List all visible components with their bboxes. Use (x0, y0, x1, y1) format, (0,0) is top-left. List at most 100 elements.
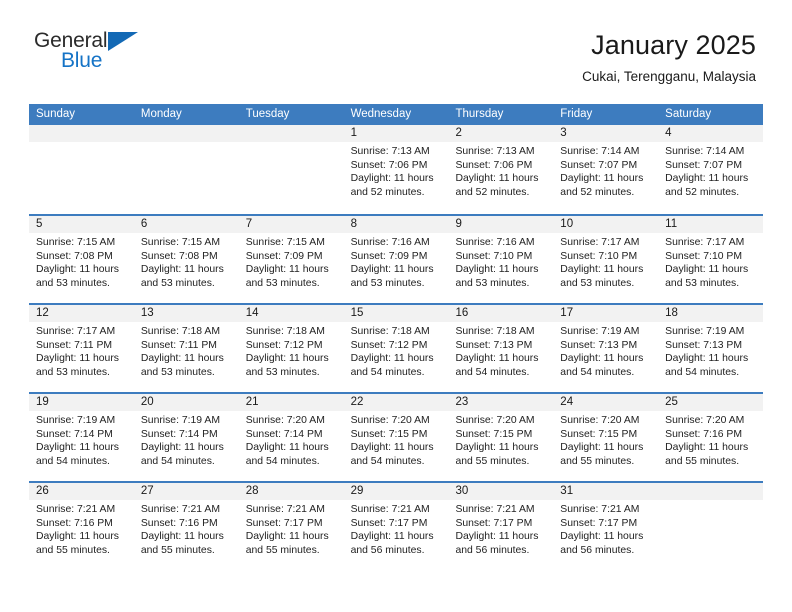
day-info-sunrise: Sunrise: 7:20 AM (455, 415, 535, 426)
day-number: 9 (448, 216, 554, 233)
day-cell[interactable]: 14 Sunrise: 7:18 AM Sunset: 7:12 PM Dayligh… (238, 305, 344, 392)
day-cell[interactable]: 12 Sunrise: 7:17 AM Sunset: 7:11 PM Dayligh… (29, 305, 134, 392)
day-info-sunrise: Sunrise: 7:15 AM (36, 237, 116, 248)
day-cell[interactable]: 4 Sunrise: 7:14 AM Sunset: 7:07 PM Daylight… (658, 125, 764, 214)
day-info-sunrise: Sunrise: 7:19 AM (560, 326, 640, 337)
day-cell[interactable]: 6 Sunrise: 7:15 AM Sunset: 7:08 PM Daylight… (133, 216, 239, 303)
day-cell[interactable]: 21 Sunrise: 7:20 AM Sunset: 7:14 PM Dayligh… (238, 394, 344, 481)
day-cell[interactable]: 11 Sunrise: 7:17 AM Sunset: 7:10 PM Dayligh… (658, 216, 764, 303)
day-number: 26 (29, 483, 134, 500)
day-cell[interactable]: 18 Sunrise: 7:19 AM Sunset: 7:13 PM Dayligh… (658, 305, 764, 392)
day-info: Sunrise: 7:19 AM Sunset: 7:14 PM Daylight:… (134, 411, 239, 468)
day-cell[interactable]: 22 Sunrise: 7:20 AM Sunset: 7:15 PM Dayligh… (343, 394, 449, 481)
day-cell[interactable]: 25 Sunrise: 7:20 AM Sunset: 7:16 PM Dayligh… (658, 394, 764, 481)
day-number: 28 (238, 483, 344, 500)
day-info-sunrise: Sunrise: 7:21 AM (245, 504, 325, 515)
day-cell[interactable]: 9 Sunrise: 7:16 AM Sunset: 7:10 PM Daylight… (448, 216, 554, 303)
day-cell[interactable]: 31 Sunrise: 7:21 AM Sunset: 7:17 PM Dayligh… (553, 483, 659, 570)
day-info-sunrise: Sunrise: 7:13 AM (455, 146, 535, 157)
day-info-daylight-2: and 55 minutes. (140, 544, 215, 556)
day-info-sunrise: Sunrise: 7:16 AM (455, 237, 535, 248)
day-number (658, 483, 764, 500)
day-info-sunset: Sunset: 7:16 PM (665, 428, 742, 440)
day-info-daylight-2: and 53 minutes. (245, 366, 320, 378)
day-cell[interactable]: 19 Sunrise: 7:19 AM Sunset: 7:14 PM Dayligh… (29, 394, 134, 481)
day-info-sunset: Sunset: 7:08 PM (140, 250, 218, 262)
title-block: January 2025 Cukai, Terengganu, Malaysia (582, 28, 756, 87)
day-number: 11 (658, 216, 764, 233)
day-info: Sunrise: 7:18 AM Sunset: 7:11 PM Daylight:… (134, 322, 239, 379)
day-number: 2 (448, 125, 554, 142)
day-info: Sunrise: 7:20 AM Sunset: 7:15 PM Daylight:… (553, 411, 658, 468)
day-cell[interactable]: 30 Sunrise: 7:21 AM Sunset: 7:17 PM Dayligh… (448, 483, 554, 570)
day-info-sunrise: Sunrise: 7:13 AM (350, 146, 430, 157)
day-cell[interactable]: 24 Sunrise: 7:20 AM Sunset: 7:15 PM Dayligh… (553, 394, 659, 481)
day-cell[interactable]: 20 Sunrise: 7:19 AM Sunset: 7:14 PM Dayligh… (133, 394, 239, 481)
day-info: Sunrise: 7:21 AM Sunset: 7:16 PM Daylight:… (29, 500, 134, 557)
day-info-sunset: Sunset: 7:17 PM (455, 517, 533, 529)
day-number: 6 (133, 216, 239, 233)
day-info-sunset: Sunset: 7:09 PM (350, 250, 428, 262)
day-cell[interactable]: 28 Sunrise: 7:21 AM Sunset: 7:17 PM Dayligh… (238, 483, 344, 570)
day-cell-empty (29, 125, 134, 214)
day-info-sunrise: Sunrise: 7:16 AM (350, 237, 430, 248)
day-number: 23 (448, 394, 554, 411)
day-info-sunset: Sunset: 7:17 PM (245, 517, 323, 529)
day-number: 20 (133, 394, 239, 411)
day-number: 10 (553, 216, 659, 233)
day-cell[interactable]: 3 Sunrise: 7:14 AM Sunset: 7:07 PM Daylight… (553, 125, 659, 214)
day-info: Sunrise: 7:20 AM Sunset: 7:14 PM Daylight:… (239, 411, 344, 468)
day-info-sunset: Sunset: 7:11 PM (36, 339, 113, 351)
day-info: Sunrise: 7:21 AM Sunset: 7:17 PM Daylight:… (448, 500, 553, 557)
day-info-daylight-1: Daylight: 11 hours (36, 264, 119, 276)
day-info-sunset: Sunset: 7:15 PM (560, 428, 638, 440)
day-info: Sunrise: 7:21 AM Sunset: 7:17 PM Daylight:… (239, 500, 344, 557)
day-info-sunrise: Sunrise: 7:21 AM (36, 504, 116, 515)
day-number: 19 (29, 394, 134, 411)
day-cell[interactable]: 1 Sunrise: 7:13 AM Sunset: 7:06 PM Daylight… (343, 125, 449, 214)
day-info-daylight-2: and 54 minutes. (350, 455, 425, 467)
location-subtitle: Cukai, Terengganu, Malaysia (582, 69, 756, 84)
day-info-daylight-2: and 52 minutes. (350, 186, 425, 198)
day-cell[interactable]: 29 Sunrise: 7:21 AM Sunset: 7:17 PM Dayligh… (343, 483, 449, 570)
day-cell[interactable]: 8 Sunrise: 7:16 AM Sunset: 7:09 PM Daylight… (343, 216, 449, 303)
day-info: Sunrise: 7:14 AM Sunset: 7:07 PM Daylight:… (553, 142, 658, 199)
day-cell[interactable]: 23 Sunrise: 7:20 AM Sunset: 7:15 PM Dayligh… (448, 394, 554, 481)
day-info-sunrise: Sunrise: 7:14 AM (560, 146, 640, 157)
weekday-tuesday: Tuesday (245, 108, 290, 120)
day-info: Sunrise: 7:13 AM Sunset: 7:06 PM Daylight:… (344, 142, 449, 199)
day-info-sunrise: Sunrise: 7:17 AM (665, 237, 745, 248)
general-blue-logo[interactable]: General Blue (34, 30, 164, 80)
day-info-daylight-2: and 55 minutes. (245, 544, 320, 556)
day-cell[interactable]: 10 Sunrise: 7:17 AM Sunset: 7:10 PM Dayligh… (553, 216, 659, 303)
day-info-daylight-1: Daylight: 11 hours (560, 173, 644, 185)
day-info: Sunrise: 7:21 AM Sunset: 7:17 PM Daylight:… (344, 500, 449, 557)
day-cell[interactable]: 5 Sunrise: 7:15 AM Sunset: 7:08 PM Daylight… (29, 216, 134, 303)
calendar-week-row: 12 Sunrise: 7:17 AM Sunset: 7:11 PM Dayligh… (29, 303, 764, 392)
day-number: 13 (133, 305, 239, 322)
day-info-sunrise: Sunrise: 7:18 AM (455, 326, 535, 337)
day-info-sunset: Sunset: 7:12 PM (245, 339, 323, 351)
day-cell[interactable]: 13 Sunrise: 7:18 AM Sunset: 7:11 PM Dayligh… (133, 305, 239, 392)
day-cell[interactable]: 16 Sunrise: 7:18 AM Sunset: 7:13 PM Dayligh… (448, 305, 554, 392)
day-cell[interactable]: 2 Sunrise: 7:13 AM Sunset: 7:06 PM Daylight… (448, 125, 554, 214)
day-cell[interactable]: 26 Sunrise: 7:21 AM Sunset: 7:16 PM Dayligh… (29, 483, 134, 570)
day-info-daylight-2: and 55 minutes. (36, 544, 110, 556)
day-cell[interactable]: 27 Sunrise: 7:21 AM Sunset: 7:16 PM Dayligh… (133, 483, 239, 570)
day-info-daylight-2: and 53 minutes. (140, 277, 215, 289)
day-info: Sunrise: 7:15 AM Sunset: 7:08 PM Daylight:… (134, 233, 239, 290)
day-info-daylight-1: Daylight: 11 hours (140, 442, 224, 454)
day-info-daylight-2: and 55 minutes. (455, 455, 530, 467)
day-cell[interactable]: 7 Sunrise: 7:15 AM Sunset: 7:09 PM Daylight… (238, 216, 344, 303)
day-cell[interactable]: 15 Sunrise: 7:18 AM Sunset: 7:12 PM Dayligh… (343, 305, 449, 392)
day-info: Sunrise: 7:17 AM Sunset: 7:10 PM Daylight:… (658, 233, 763, 290)
day-info-daylight-2: and 53 minutes. (455, 277, 530, 289)
day-number: 7 (238, 216, 344, 233)
day-cell[interactable]: 17 Sunrise: 7:19 AM Sunset: 7:13 PM Dayligh… (553, 305, 659, 392)
day-info: Sunrise: 7:21 AM Sunset: 7:17 PM Daylight:… (553, 500, 658, 557)
calendar-grid: Sunday Monday Tuesday Wednesday Thursday… (29, 104, 764, 570)
day-info-sunset: Sunset: 7:13 PM (455, 339, 533, 351)
day-info-daylight-1: Daylight: 11 hours (36, 442, 119, 454)
day-number: 14 (238, 305, 344, 322)
day-info-sunrise: Sunrise: 7:18 AM (140, 326, 220, 337)
